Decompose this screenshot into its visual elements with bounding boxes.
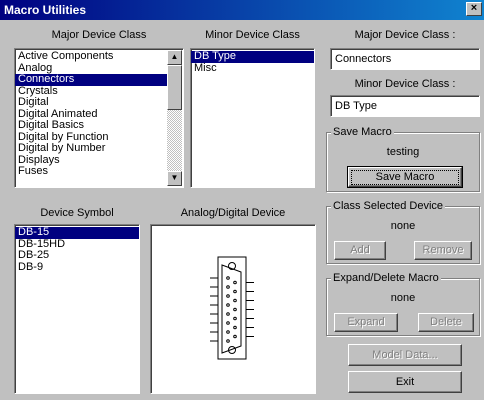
close-icon: ×: [470, 2, 478, 14]
connector-pin: [226, 339, 230, 343]
major-device-class-label: Major Device Class: [51, 29, 147, 41]
expand-delete-status: none: [390, 292, 416, 304]
minor-device-class-list[interactable]: DB Type Misc: [190, 48, 315, 188]
class-selected-device-title: Class Selected Device: [331, 200, 446, 212]
delete-button[interactable]: Delete: [418, 313, 474, 332]
list-item[interactable]: Connectors: [15, 73, 167, 86]
minor-device-class-label: Minor Device Class: [205, 29, 300, 41]
scroll-thumb[interactable]: [167, 65, 182, 110]
scroll-up-button[interactable]: ▲: [167, 50, 182, 65]
list-item[interactable]: Digital: [15, 96, 167, 109]
connector-pin: [233, 280, 237, 285]
connector-pin: [226, 321, 230, 325]
connector-pin: [226, 276, 230, 280]
connector-pin: [226, 285, 230, 289]
device-symbol-label: Device Symbol: [40, 207, 114, 219]
close-button[interactable]: ×: [466, 2, 482, 16]
major-device-class-list[interactable]: Active Components Analog Connectors Crystal…: [14, 48, 184, 188]
connector-pin: [233, 307, 237, 312]
connector-pin: [233, 334, 237, 339]
connector-pin: [226, 312, 230, 316]
major-device-class-field-label: Major Device Class :: [354, 29, 456, 41]
analog-digital-device-label: Analog/Digital Device: [180, 207, 286, 219]
save-macro-group-title: Save Macro: [331, 126, 394, 138]
list-item[interactable]: Active Components: [15, 50, 167, 63]
list-item[interactable]: DB-9: [15, 261, 139, 274]
connector-pin: [233, 289, 237, 294]
save-macro-button-label: Save Macro: [351, 170, 459, 185]
list-item[interactable]: Misc: [191, 62, 314, 75]
connector-pin: [226, 303, 230, 307]
list-item[interactable]: DB Type: [191, 50, 314, 63]
major-list-scrollbar[interactable]: ▲ ▼: [167, 50, 182, 186]
db15-connector-icon: [210, 256, 254, 360]
connector-pin: [226, 330, 230, 334]
save-macro-name: testing: [386, 146, 420, 158]
list-item[interactable]: Digital by Number: [15, 142, 167, 155]
remove-button[interactable]: Remove: [414, 241, 472, 260]
list-item[interactable]: Fuses: [15, 165, 167, 178]
expand-button[interactable]: Expand: [334, 313, 398, 332]
add-button[interactable]: Add: [334, 241, 386, 260]
model-data-button[interactable]: Model Data...: [348, 344, 462, 366]
major-device-class-field[interactable]: Connectors: [330, 48, 480, 70]
window-title: Macro Utilities: [4, 3, 87, 17]
list-item[interactable]: DB-15: [15, 226, 139, 239]
list-item[interactable]: Digital Basics: [15, 119, 167, 132]
expand-delete-macro-title: Expand/Delete Macro: [331, 272, 441, 284]
minor-device-class-field-label: Minor Device Class :: [354, 78, 456, 90]
class-selected-status: none: [390, 220, 416, 232]
connector-pin: [226, 294, 230, 298]
connector-pin: [233, 316, 237, 321]
title-bar: Macro Utilities: [0, 0, 484, 20]
scroll-down-button[interactable]: ▼: [167, 171, 182, 186]
scroll-down-icon: ▼: [170, 173, 179, 182]
scroll-up-icon: ▲: [170, 52, 179, 61]
exit-button[interactable]: Exit: [348, 371, 462, 393]
save-macro-button[interactable]: Save Macro: [347, 166, 463, 188]
minor-device-class-field[interactable]: DB Type: [330, 95, 480, 117]
connector-pin: [233, 298, 237, 303]
device-preview: [150, 224, 316, 394]
device-symbol-list[interactable]: DB-15 DB-15HD DB-25 DB-9: [14, 224, 140, 394]
connector-pin: [233, 325, 237, 330]
list-item[interactable]: DB-25: [15, 249, 139, 262]
